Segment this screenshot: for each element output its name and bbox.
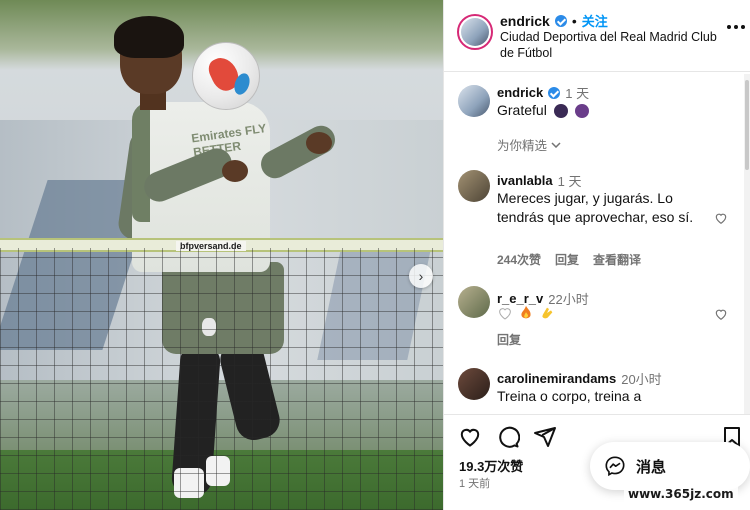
watermark-text: www.365jz.com [624,486,738,502]
verified-icon [548,86,561,99]
like-comment-icon[interactable] [714,211,728,225]
comments-list[interactable]: endrick 1 天 Grateful 为你精选 ivanlabla 1 天 … [444,73,742,413]
messages-label: 消息 [636,458,667,476]
comment-time: 20小时 [621,372,662,387]
author-avatar[interactable] [457,14,493,50]
shirt-sleeve [132,102,150,222]
post-photo[interactable]: Emirates FLY BETTER bfpversand.de › [0,0,443,510]
caption-item: endrick 1 天 Grateful [444,81,742,121]
post-location[interactable]: Ciudad Deportiva del Real Madrid Club de… [500,29,720,61]
next-image-button[interactable]: › [409,264,433,288]
messenger-icon [605,456,625,477]
translate-button[interactable]: 查看翻译 [593,251,641,268]
comment-item: ivanlabla 1 天 Mereces jugar, y jugarás. … [444,169,742,269]
comment-item: r_e_r_v 22小时 回复 [444,285,742,349]
comment-user-line: carolinemirandams 20小时 [497,369,662,388]
post-time: 1 天前 [459,478,491,490]
comment-icon[interactable] [496,425,520,449]
comment-username[interactable]: carolinemirandams [497,371,616,386]
like-icon[interactable] [458,425,482,449]
fire-emoji [521,305,531,319]
comment-user-line: ivanlabla 1 天 [497,171,581,190]
filter-label: 为你精选 [497,139,548,153]
like-comment-icon[interactable] [714,307,728,321]
chevron-right-icon: › [418,268,424,284]
separator-dot: • [571,12,577,29]
comment-meta: 244次赞 回复 查看翻译 [497,251,641,268]
commenter-avatar[interactable] [458,368,490,400]
caption-text: Grateful [497,101,712,120]
player-hand [222,160,248,182]
caption-body: Grateful [497,102,547,118]
caption-username[interactable]: endrick [497,85,543,100]
commenter-avatar[interactable] [458,286,490,318]
comment-text: Treina o corpo, treina a [497,388,642,404]
caption-user-line: endrick 1 天 [497,83,589,102]
praying-hands-emoji [553,104,568,119]
messages-button[interactable]: 消息 [590,442,750,490]
comments-scrollbar[interactable] [744,74,750,414]
comment-username[interactable]: ivanlabla [497,173,553,188]
comment-like-count[interactable]: 244次赞 [497,251,541,268]
clapping-hands-emoji [542,307,553,319]
author-avatar[interactable] [458,85,490,117]
football [192,42,260,110]
comment-text: Mereces jugar, y jugarás. Lo tendrás que… [497,190,694,225]
comment-username[interactable]: r_e_r_v [497,291,543,306]
player-hair [114,16,184,58]
comment-time: 1 天 [557,174,582,189]
scrollbar-thumb[interactable] [745,80,749,170]
reply-button[interactable]: 回复 [497,331,521,348]
author-username[interactable]: endrick [500,13,550,29]
author-line: endrick • 关注 [500,11,608,30]
white-heart-emoji [499,308,511,320]
flexed-biceps-emoji [574,104,589,119]
verified-icon [554,14,567,27]
comment-text [497,305,712,321]
like-count[interactable]: 19.3万次赞 [459,456,523,475]
share-icon[interactable] [533,425,557,449]
chevron-down-icon [551,141,561,148]
follow-button[interactable]: 关注 [582,11,608,30]
net-mesh [0,248,443,510]
comment-meta: 回复 [497,331,521,348]
reply-button[interactable]: 回复 [555,251,579,268]
more-options-icon[interactable] [726,14,746,35]
commenter-avatar[interactable] [458,170,490,202]
comment-item: carolinemirandams 20小时 Treina o corpo, t… [444,367,742,413]
caption-time: 1 天 [565,86,590,101]
instagram-post-view: Emirates FLY BETTER bfpversand.de › endr… [0,0,750,510]
post-side-panel: endrick • 关注 Ciudad Deportiva del Real M… [443,0,750,510]
post-header: endrick • 关注 Ciudad Deportiva del Real M… [444,0,750,72]
comment-filter-toggle[interactable]: 为你精选 [497,135,561,154]
player-hand [306,132,332,154]
